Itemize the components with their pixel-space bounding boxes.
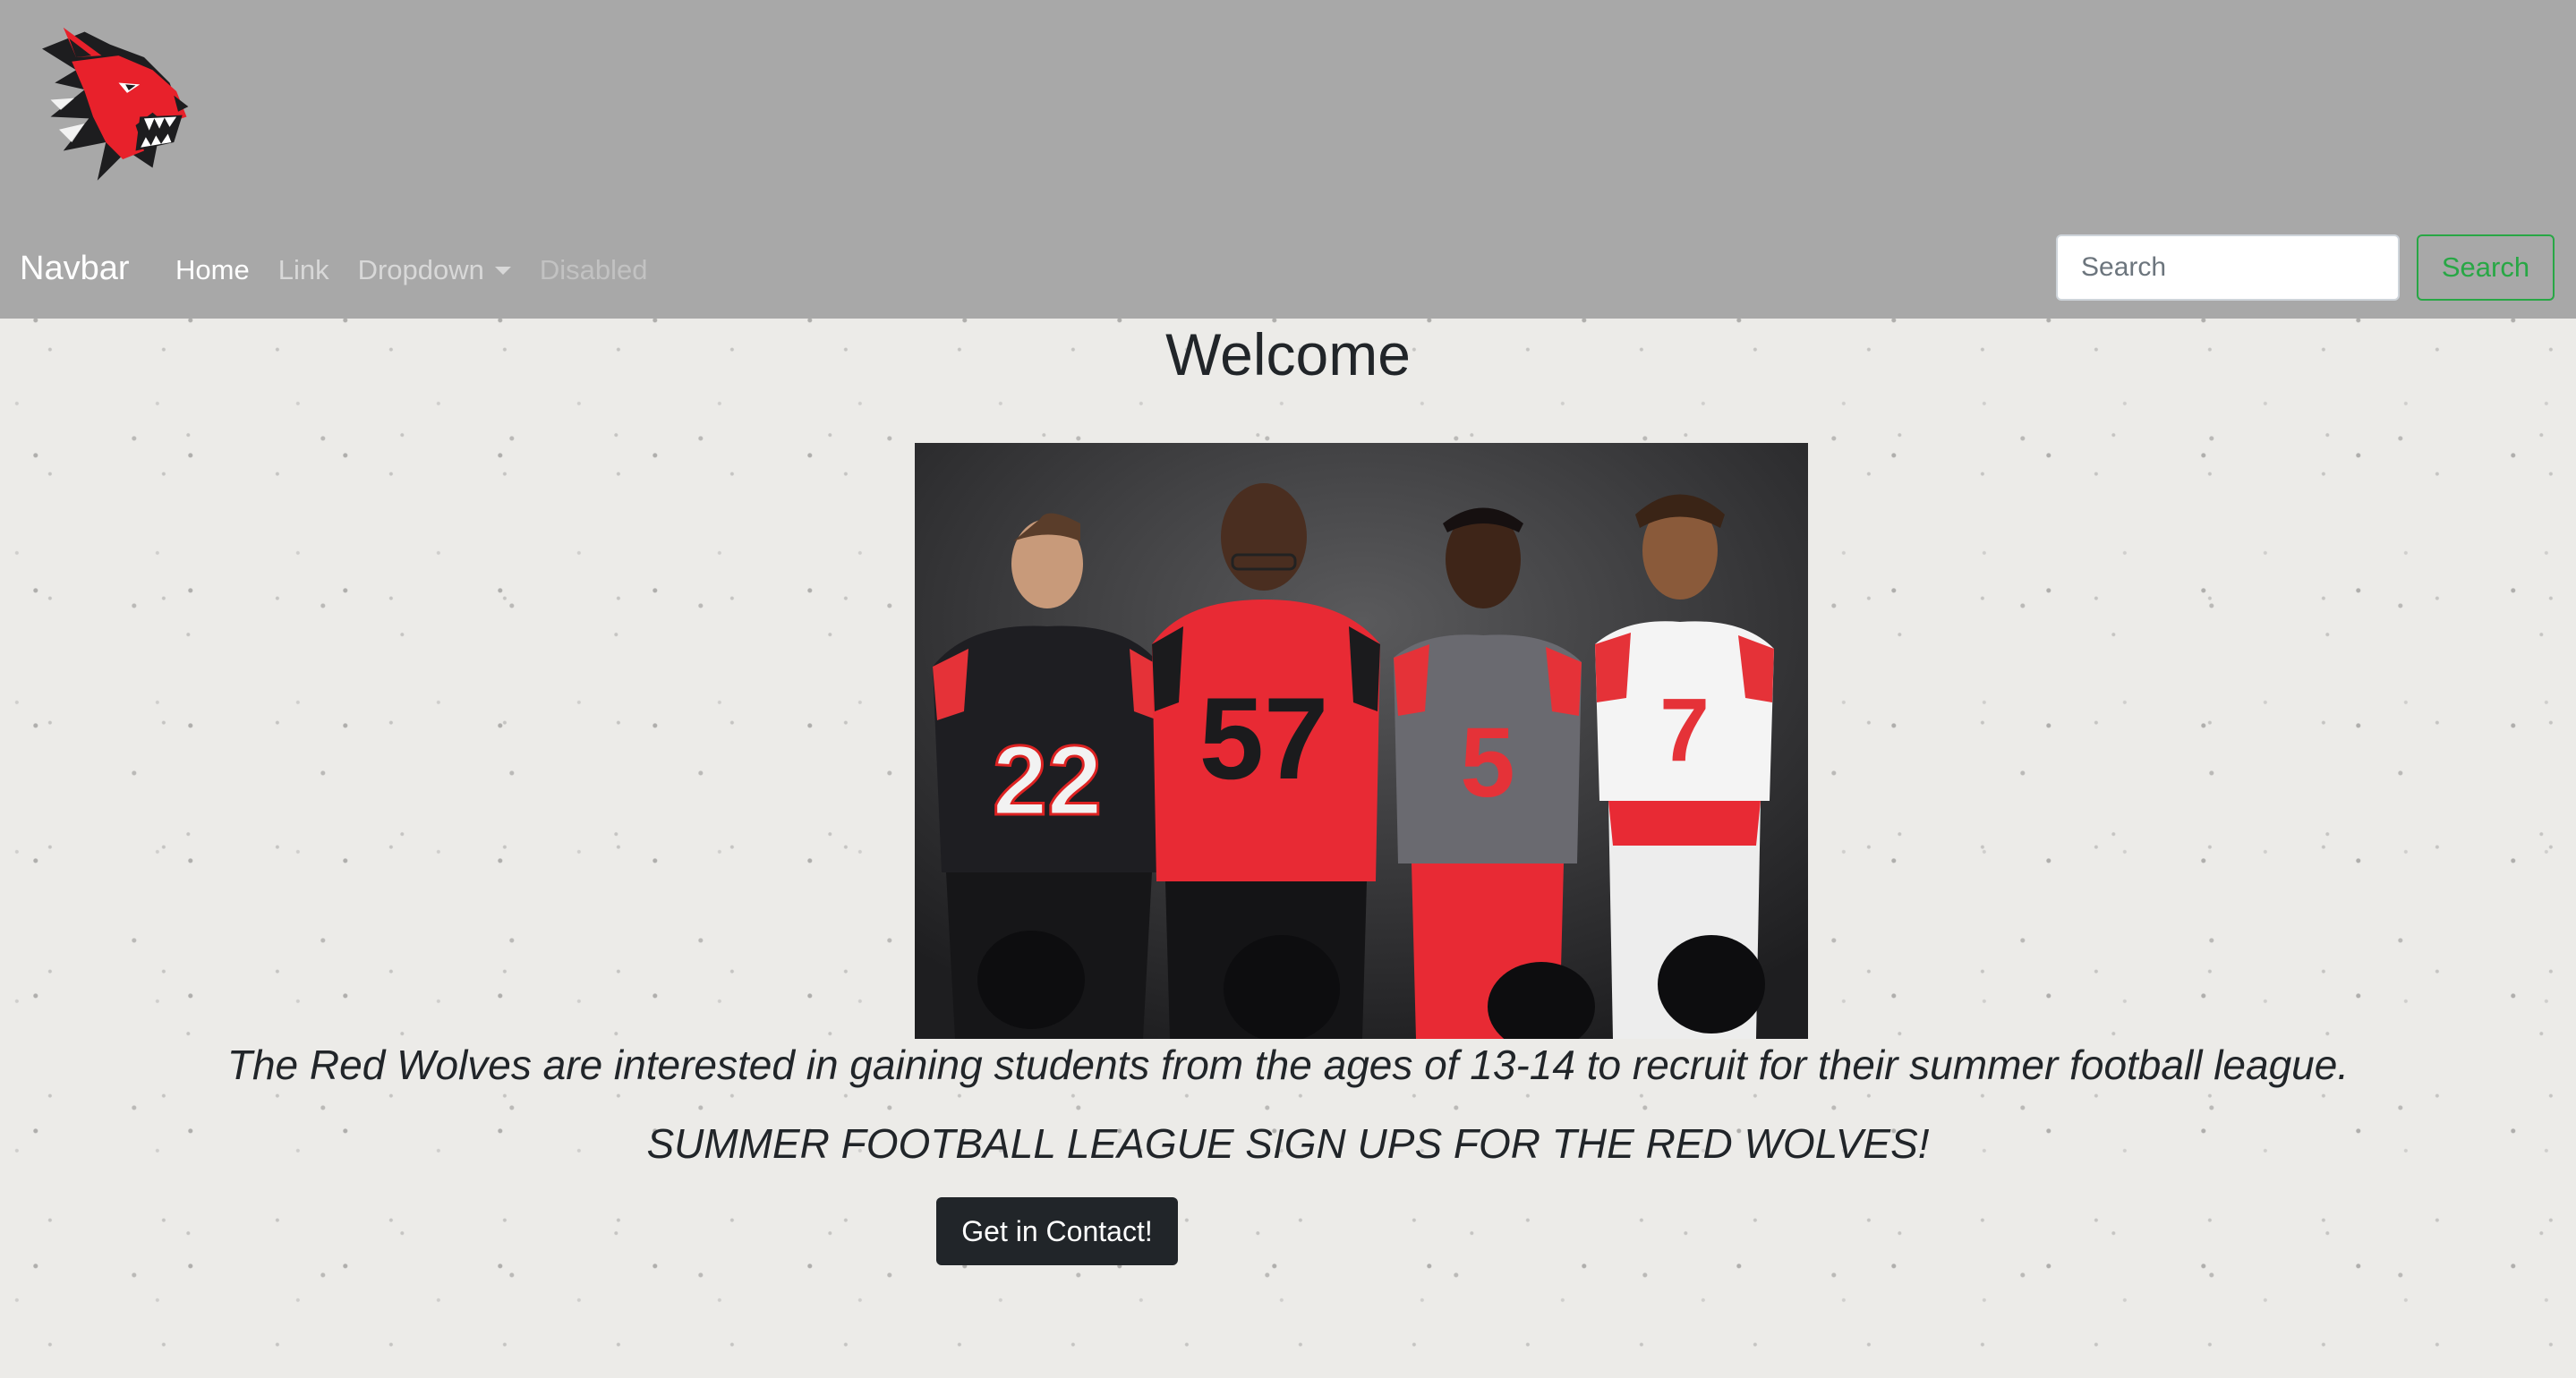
svg-text:5: 5 — [1460, 708, 1514, 818]
search-button[interactable]: Search — [2417, 234, 2555, 301]
team-photo: 22 57 5 7 — [915, 443, 1808, 1039]
search-input[interactable] — [2056, 234, 2400, 301]
recruitment-tagline: The Red Wolves are interested in gaining… — [226, 1042, 2350, 1088]
red-wolf-logo-icon[interactable] — [25, 23, 195, 193]
nav-link-link[interactable]: Link — [278, 252, 329, 288]
page-title: Welcome — [1165, 321, 1411, 387]
nav-dropdown[interactable]: Dropdown — [358, 252, 511, 288]
svg-text:22: 22 — [993, 726, 1102, 836]
navbar: Navbar Home Link Dropdown Disabled Searc… — [0, 229, 2576, 308]
site-header: Navbar Home Link Dropdown Disabled Searc… — [0, 0, 2576, 319]
svg-text:7: 7 — [1659, 680, 1710, 780]
caret-down-icon — [494, 266, 511, 275]
nav-link-home[interactable]: Home — [175, 252, 250, 288]
navbar-brand[interactable]: Navbar — [20, 247, 130, 290]
nav-links: Home Link Dropdown Disabled — [175, 252, 677, 288]
nav-dropdown-label: Dropdown — [357, 254, 484, 285]
signup-heading: SUMMER FOOTBALL LEAGUE SIGN UPS FOR THE … — [646, 1120, 1930, 1167]
get-in-contact-button[interactable]: Get in Contact! — [936, 1197, 1178, 1265]
nav-link-disabled: Disabled — [539, 254, 648, 285]
svg-text:57: 57 — [1199, 673, 1329, 804]
